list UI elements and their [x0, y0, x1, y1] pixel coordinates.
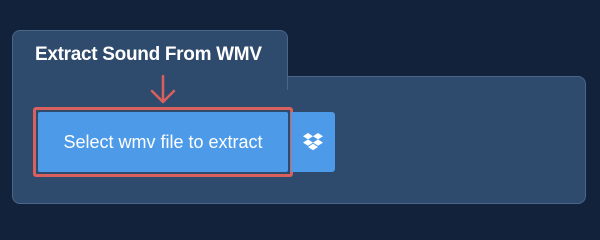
panel-title: Extract Sound From WMV: [35, 44, 262, 65]
dropbox-icon: [303, 133, 323, 151]
select-file-button[interactable]: Select wmv file to extract: [38, 112, 288, 172]
select-file-label: Select wmv file to extract: [63, 131, 263, 152]
dropbox-button[interactable]: [291, 112, 335, 172]
arrow-down-icon: [150, 74, 176, 104]
